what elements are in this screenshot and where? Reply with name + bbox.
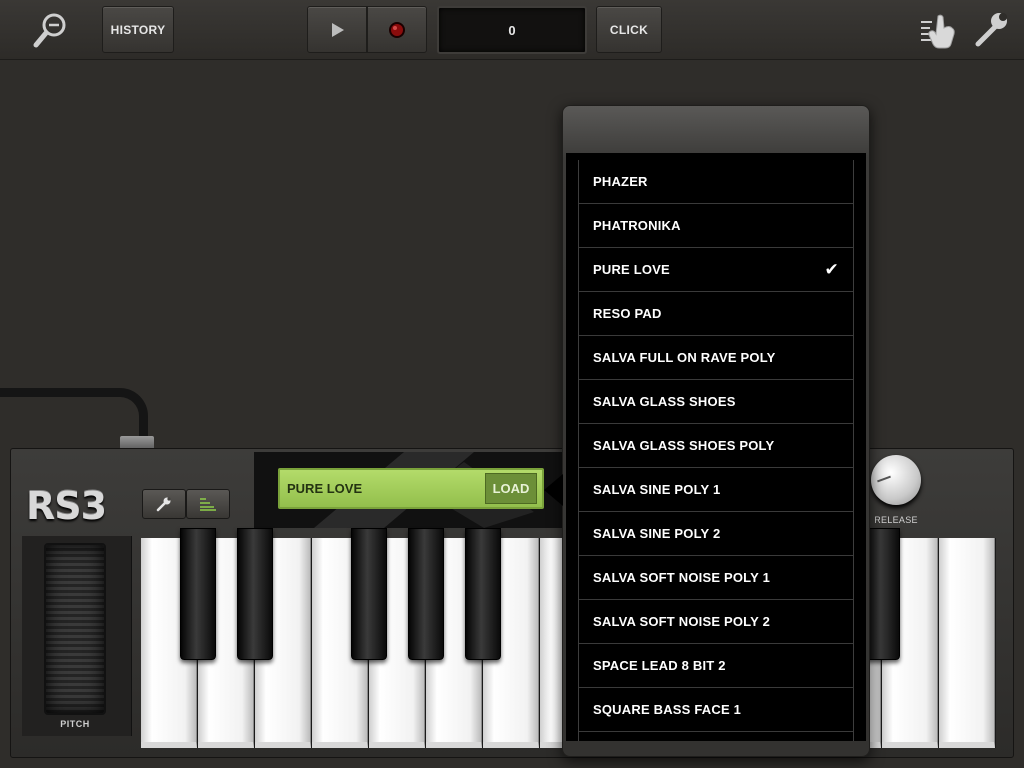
record-icon	[389, 21, 405, 38]
synth-arpeggiator-button[interactable]	[186, 489, 230, 519]
black-key[interactable]	[237, 528, 273, 660]
patch-item[interactable]: SALVA SOFT NOISE POLY 2	[579, 600, 853, 644]
pitch-wheel[interactable]	[44, 543, 106, 715]
history-button[interactable]: HISTORY	[102, 6, 174, 53]
popover-arrow	[544, 474, 563, 506]
zoom-out-icon[interactable]	[28, 8, 74, 52]
black-key[interactable]	[465, 528, 501, 660]
patch-item-label: SALVA SINE POLY 2	[593, 526, 721, 541]
wrench-icon	[156, 497, 171, 512]
patch-list[interactable]: PHAZER PHATRONIKA PURE LOVE ✔ RESO PAD SA…	[566, 153, 866, 741]
patch-item[interactable]: SALVA SOFT NOISE POLY 1	[579, 556, 853, 600]
load-button[interactable]: LOAD	[485, 473, 537, 504]
white-key[interactable]	[939, 538, 995, 748]
patch-item-label: PHAZER	[593, 174, 648, 189]
patch-item-label: SALVA SOFT NOISE POLY 1	[593, 570, 771, 585]
patch-item-label: SALVA GLASS SHOES	[593, 394, 736, 409]
staircase-icon	[200, 498, 216, 511]
release-label: RELEASE	[874, 515, 918, 525]
record-button[interactable]	[367, 6, 427, 53]
patch-item[interactable]: SALVA GLASS SHOES	[579, 380, 853, 424]
black-key[interactable]	[408, 528, 444, 660]
patch-item[interactable]: SQUARE BASS FACE 1	[579, 688, 853, 732]
patch-name: PURE LOVE	[287, 481, 363, 496]
play-icon	[332, 22, 344, 37]
patch-item-label: PHATRONIKA	[593, 218, 681, 233]
patch-item-label: SALVA GLASS SHOES POLY	[593, 438, 775, 453]
checkmark-icon: ✔	[824, 260, 839, 279]
patch-item-label: SQUARE BASS FACE 1	[593, 702, 742, 717]
play-button[interactable]	[307, 6, 367, 53]
patch-item[interactable]: SPACE LEAD 8 BIT 2	[579, 644, 853, 688]
patch-list-inner: PHAZER PHATRONIKA PURE LOVE ✔ RESO PAD SA…	[578, 160, 854, 741]
patch-item[interactable]: PHATRONIKA	[579, 204, 853, 248]
position-counter: 0	[437, 6, 587, 54]
patch-item[interactable]: SALVA SINE POLY 1	[579, 468, 853, 512]
touch-gesture-icon[interactable]	[916, 8, 960, 52]
patch-item[interactable]: SALVA GLASS SHOES POLY	[579, 424, 853, 468]
patch-item-selected[interactable]: PURE LOVE ✔	[579, 248, 853, 292]
patch-item-label: SALVA SOFT NOISE POLY 2	[593, 614, 771, 629]
patch-item-label: RESO PAD	[593, 306, 662, 321]
click-button[interactable]: CLICK	[596, 6, 662, 53]
patch-item[interactable]: RESO PAD	[579, 292, 853, 336]
synth-settings-button[interactable]	[142, 489, 186, 519]
pitch-label: PITCH	[60, 719, 90, 729]
patch-item-label: SALVA SINE POLY 1	[593, 482, 721, 497]
patch-item[interactable]: SALVA FULL ON RAVE POLY	[579, 336, 853, 380]
black-key[interactable]	[351, 528, 387, 660]
patch-item[interactable]: PHAZER	[579, 160, 853, 204]
patch-item-label: SPACE LEAD 8 BIT 2	[593, 658, 726, 673]
black-key[interactable]	[180, 528, 216, 660]
synth-logo: RS3	[26, 484, 107, 528]
wrench-icon[interactable]	[968, 8, 1012, 52]
patch-item-label: SALVA FULL ON RAVE POLY	[593, 350, 776, 365]
patch-item[interactable]: SALVA SINE POLY 2	[579, 512, 853, 556]
patch-item-label: PURE LOVE	[593, 262, 670, 277]
